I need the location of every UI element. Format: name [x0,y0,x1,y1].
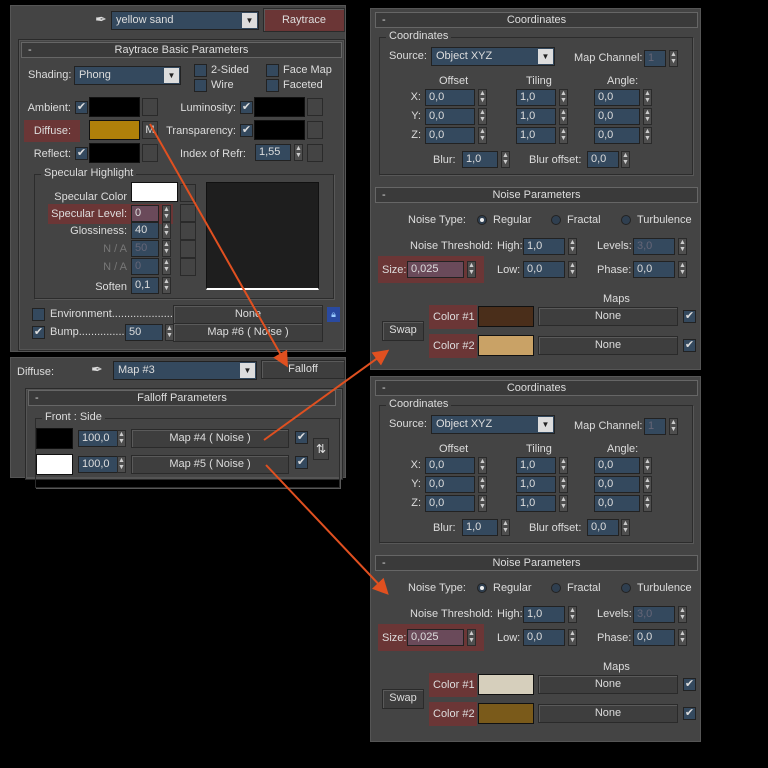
arrow-diffuse-to-falloff [149,123,288,368]
arrow-map5-to-noise2 [265,464,389,595]
connector-arrows [149,123,390,595]
arrow-map4-to-noise1 [263,349,390,441]
